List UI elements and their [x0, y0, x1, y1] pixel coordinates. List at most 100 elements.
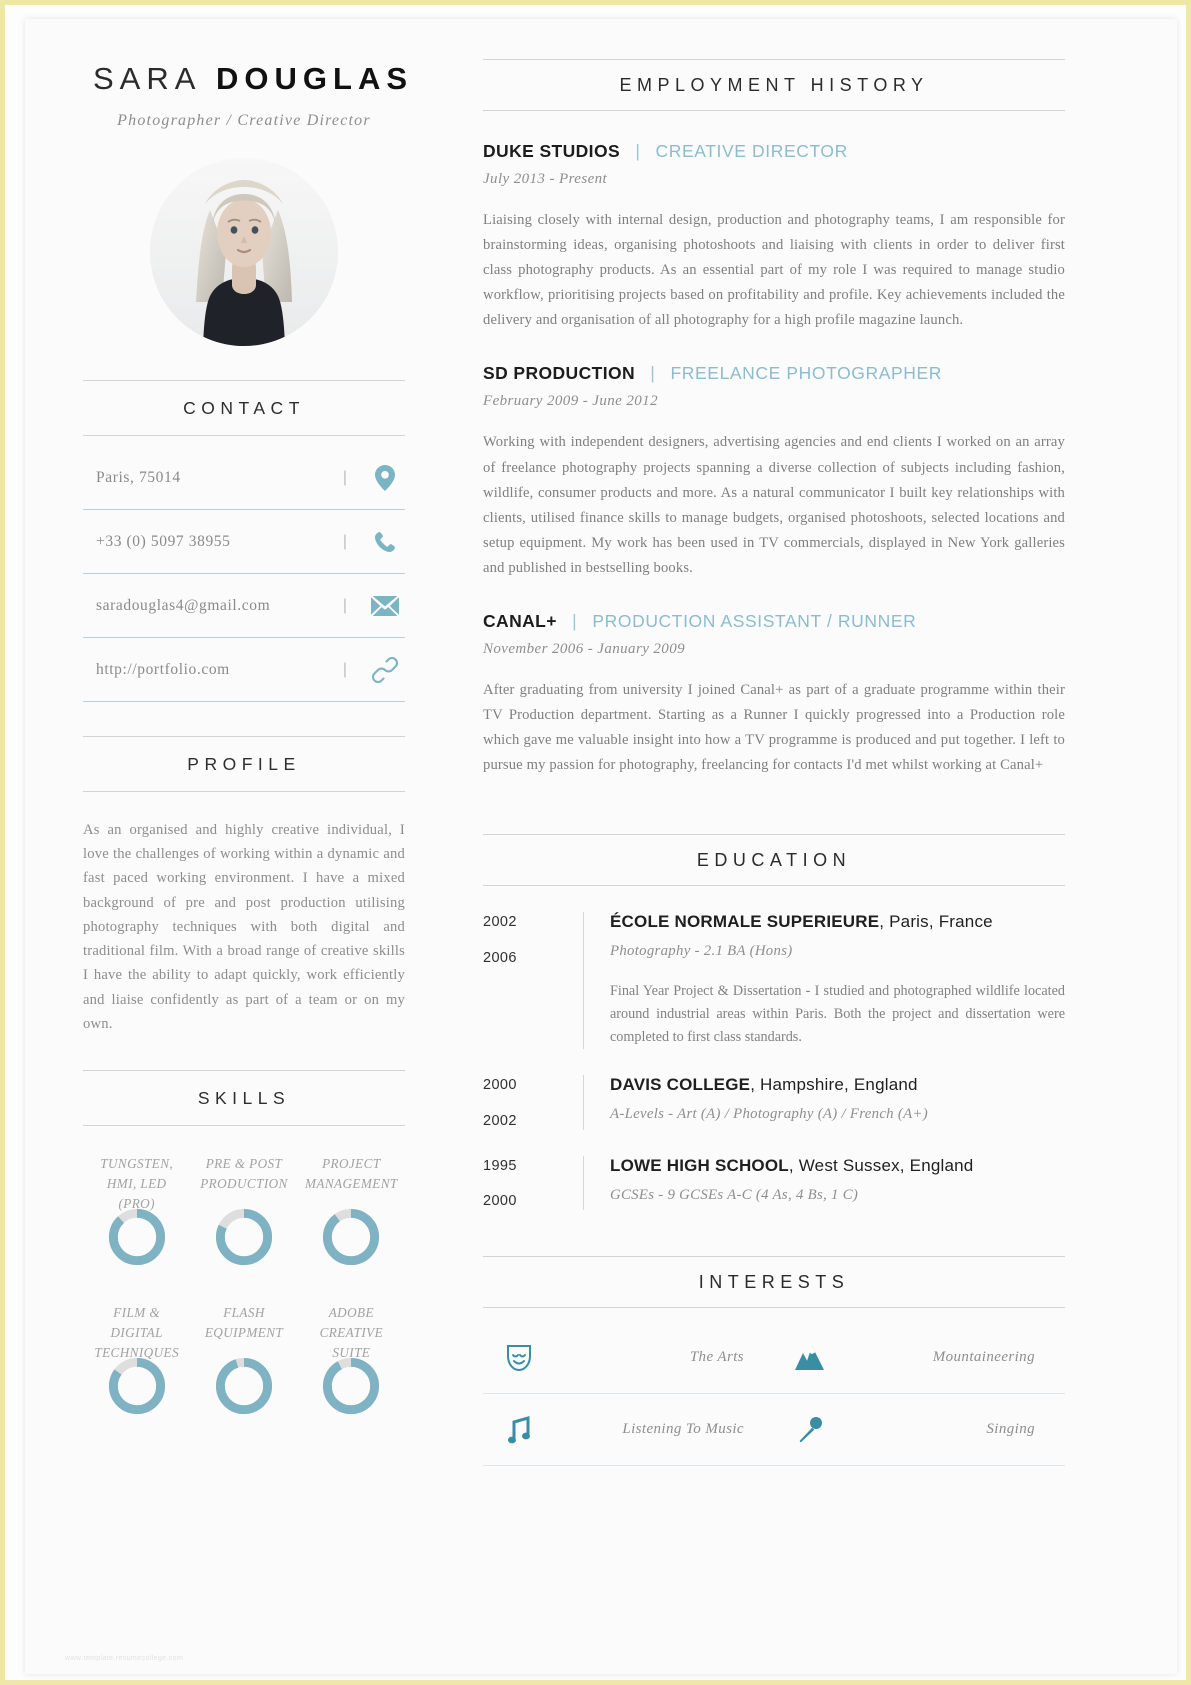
contact-list: Paris, 75014 | +33 (0) 5097 38955 | sara…: [83, 446, 405, 702]
education-list: 2002 2006 ÉCOLE NORMALE SUPERIEURE, Pari…: [483, 912, 1065, 1211]
interest-label: The Arts: [689, 1349, 744, 1366]
job-subtitle: Photographer / Creative Director: [117, 112, 371, 129]
interests-grid: The Arts Mountaineering Listening To Mus…: [483, 1322, 1065, 1467]
last-name: DOUGLAS: [216, 61, 414, 96]
section-header-skills: SKILLS: [83, 1069, 405, 1126]
job-company: SD PRODUCTION: [483, 363, 636, 384]
job-dates: November 2006 - January 2009: [483, 641, 685, 658]
job-company: CANAL+: [483, 611, 557, 632]
interest-item-arts: The Arts: [483, 1322, 774, 1395]
skill-progress-ring: [215, 1357, 273, 1415]
right-column: EMPLOYMENT HISTORY DUKE STUDIOS | CREATI…: [465, 19, 1177, 1674]
education-school-name: LOWE HIGH SCHOOL: [610, 1155, 789, 1175]
education-body: DAVIS COLLEGE, Hampshire, England A-Leve…: [583, 1075, 1065, 1130]
education-school-name: ÉCOLE NORMALE SUPERIEURE: [610, 912, 880, 932]
contact-value-phone: +33 (0) 5097 38955: [96, 532, 231, 550]
watermark: www.template.resumecollege.com: [65, 1655, 184, 1662]
section-header-interests: INTERESTS: [483, 1256, 1065, 1309]
skills-row-2: FILM & DIGITAL TECHNIQUES FLASH EQUIPMEN…: [83, 1303, 405, 1422]
job-header: CANAL+ | PRODUCTION ASSISTANT / RUNNER: [483, 611, 1065, 632]
contact-row-location[interactable]: Paris, 75014 |: [83, 446, 405, 510]
contact-divider: |: [342, 468, 347, 486]
employment-item: CANAL+ | PRODUCTION ASSISTANT / RUNNER N…: [483, 611, 1065, 778]
location-pin-icon: [365, 464, 405, 491]
job-role: CREATIVE DIRECTOR: [655, 141, 848, 161]
skill-item: FLASH EQUIPMENT: [190, 1303, 297, 1422]
job-description: After graduating from university I joine…: [483, 682, 1065, 774]
education-school-location: , Paris, France: [879, 912, 993, 932]
education-school: LOWE HIGH SCHOOL, West Sussex, England: [610, 1156, 1065, 1176]
theatre-mask-icon: [483, 1344, 555, 1372]
education-school-name: DAVIS COLLEGE: [610, 1075, 751, 1095]
interest-item-mountaineering: Mountaineering: [774, 1322, 1065, 1395]
interest-item-music: Listening To Music: [483, 1394, 774, 1467]
skill-item: FILM & DIGITAL TECHNIQUES: [83, 1303, 190, 1422]
page-title: SARA DOUGLAS: [93, 61, 407, 97]
education-item: 2002 2006 ÉCOLE NORMALE SUPERIEURE, Pari…: [483, 912, 1065, 1050]
job-separator: |: [650, 363, 656, 384]
education-end-year: 2000: [483, 1193, 517, 1210]
portrait-photo-icon: [150, 158, 338, 346]
contact-value-email: saradouglas4@gmail.com: [96, 596, 271, 614]
job-header: DUKE STUDIOS | CREATIVE DIRECTOR: [483, 141, 1065, 162]
skill-progress-ring: [108, 1208, 165, 1266]
interest-label: Singing: [986, 1421, 1035, 1438]
contact-row-phone[interactable]: +33 (0) 5097 38955 |: [83, 510, 405, 574]
skills-list: TUNGSTEN, HMI, LED (PRO) PRE & POST PROD…: [83, 1154, 405, 1422]
phone-icon: [365, 530, 405, 554]
avatar: [150, 158, 338, 346]
education-start-year: 1995: [483, 1157, 517, 1174]
section-header-contact: CONTACT: [83, 380, 405, 436]
job-description: Working with independent designers, adve…: [483, 434, 1065, 576]
left-column: SARA DOUGLAS Photographer / Creative Dir…: [25, 19, 465, 1674]
education-course: A-Levels - Art (A) / Photography (A) / F…: [610, 1106, 928, 1123]
skill-label: ADOBE CREATIVE SUITE: [319, 1304, 384, 1360]
education-years: 1995 2000: [483, 1156, 583, 1210]
skill-item: PRE & POST PRODUCTION: [190, 1154, 297, 1273]
education-body: LOWE HIGH SCHOOL, West Sussex, England G…: [583, 1155, 1065, 1211]
skill-item: ADOBE CREATIVE SUITE: [298, 1303, 405, 1422]
section-header-employment: EMPLOYMENT HISTORY: [483, 59, 1065, 111]
skill-label: PROJECT MANAGEMENT: [304, 1155, 398, 1191]
skill-label: TUNGSTEN, HMI, LED (PRO): [100, 1155, 174, 1211]
link-icon: [365, 656, 405, 683]
skill-progress-ring: [215, 1208, 273, 1266]
contact-row-website[interactable]: http://portfolio.com |: [83, 638, 405, 702]
avatar-wrapper: [83, 158, 405, 346]
music-note-icon: [483, 1415, 555, 1444]
mountains-icon: [774, 1344, 846, 1372]
education-course: Photography - 2.1 BA (Hons): [610, 943, 793, 960]
contact-row-email[interactable]: saradouglas4@gmail.com |: [83, 574, 405, 638]
resume-page: SARA DOUGLAS Photographer / Creative Dir…: [0, 0, 1191, 1685]
interest-item-singing: Singing: [774, 1394, 1065, 1467]
education-end-year: 2006: [483, 950, 517, 967]
employment-item: DUKE STUDIOS | CREATIVE DIRECTOR July 20…: [483, 141, 1065, 333]
skill-label: FLASH EQUIPMENT: [204, 1304, 284, 1340]
education-course: GCSEs - 9 GCSEs A-C (4 As, 4 Bs, 1 C): [610, 1186, 859, 1203]
contact-divider: |: [342, 532, 347, 550]
section-header-education: EDUCATION: [483, 834, 1065, 887]
job-role: PRODUCTION ASSISTANT / RUNNER: [592, 611, 917, 632]
job-description: Liaising closely with internal design, p…: [483, 212, 1065, 329]
contact-divider: |: [342, 660, 347, 678]
job-separator: |: [635, 141, 641, 161]
education-school-location: , Hampshire, England: [750, 1075, 918, 1095]
skill-item: TUNGSTEN, HMI, LED (PRO): [83, 1154, 190, 1273]
first-name: SARA: [93, 61, 202, 96]
skill-progress-ring: [108, 1357, 165, 1415]
education-school: ÉCOLE NORMALE SUPERIEURE, Paris, France: [610, 912, 1065, 932]
interests-section: INTERESTS The Arts Mountaineering Listen…: [483, 1256, 1065, 1467]
education-end-year: 2002: [483, 1113, 517, 1130]
education-item: 2000 2002 DAVIS COLLEGE, Hampshire, Engl…: [483, 1075, 1065, 1130]
interest-label: Listening To Music: [622, 1421, 744, 1438]
education-start-year: 2002: [483, 914, 517, 931]
education-school-location: , West Sussex, England: [788, 1155, 974, 1175]
education-start-year: 2000: [483, 1077, 517, 1094]
contact-divider: |: [342, 596, 347, 614]
education-years: 2000 2002: [483, 1075, 583, 1129]
skill-item: PROJECT MANAGEMENT: [298, 1154, 405, 1273]
job-company: DUKE STUDIOS: [483, 141, 621, 161]
education-school: DAVIS COLLEGE, Hampshire, England: [610, 1075, 1065, 1095]
job-separator: |: [572, 611, 578, 632]
microphone-icon: [774, 1416, 846, 1444]
